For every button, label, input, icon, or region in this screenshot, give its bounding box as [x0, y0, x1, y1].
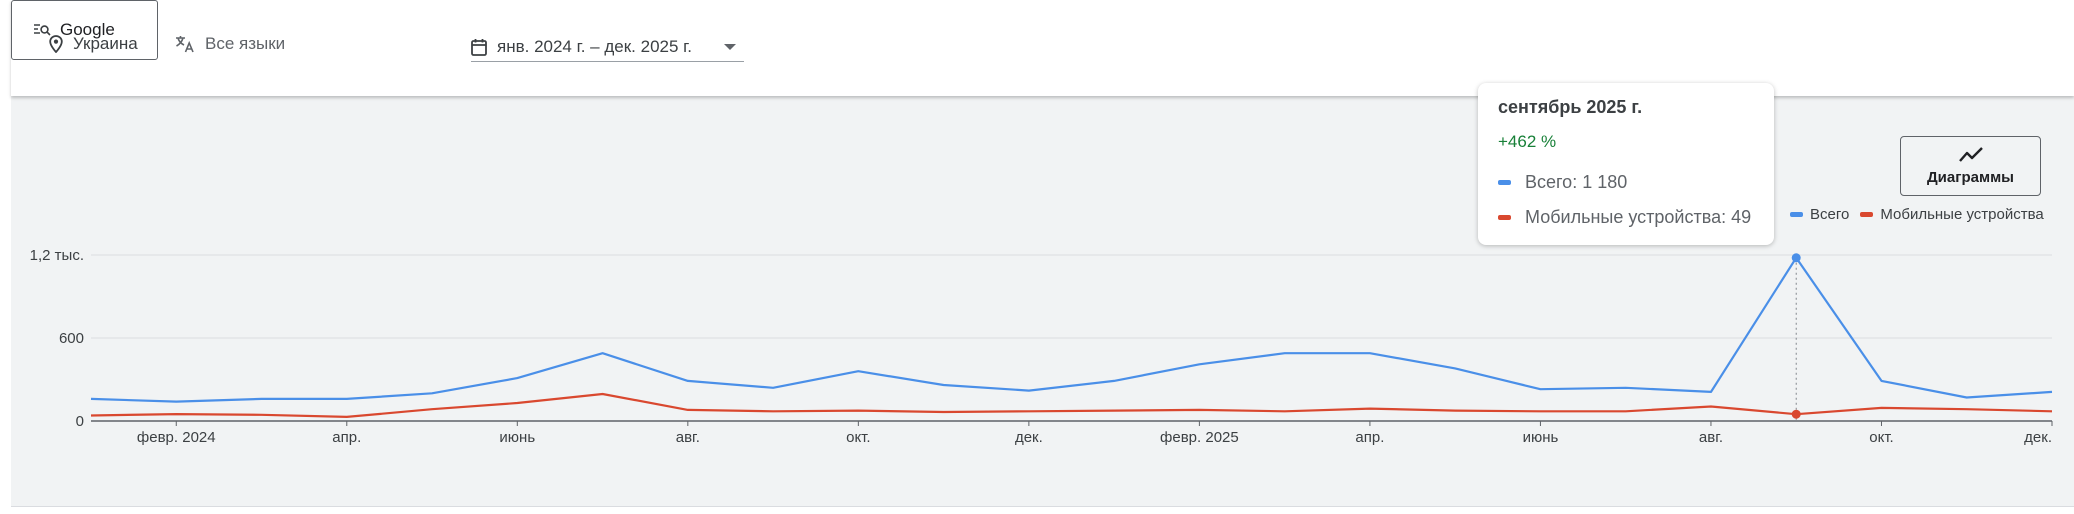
tooltip-swatch-mobile	[1498, 215, 1511, 220]
legend-swatch-total	[1790, 212, 1803, 217]
legend-label-mobile: Мобильные устройства	[1880, 206, 2044, 223]
x-tick-label: авг.	[676, 429, 700, 446]
trending-line-icon	[1958, 147, 1983, 162]
x-tick-label: июнь	[1523, 429, 1559, 446]
x-tick-label: окт.	[1869, 429, 1893, 446]
highlight-point-mobile	[1791, 409, 1801, 419]
tooltip-swatch-total	[1498, 180, 1511, 185]
calendar-icon	[471, 38, 487, 56]
x-tick-label: июнь	[499, 429, 535, 446]
tooltip-row-total: Всего: 1 180	[1498, 172, 1754, 193]
x-tick-label: дек.	[2024, 429, 2052, 446]
legend-item-mobile[interactable]: Мобильные устройства	[1860, 206, 2044, 223]
x-tick-label: апр.	[332, 429, 361, 446]
highlight-point-total	[1791, 253, 1801, 263]
chevron-down-icon	[724, 43, 737, 50]
date-range-selector[interactable]: янв. 2024 г. – дек. 2025 г.	[471, 32, 745, 62]
tooltip-title: сентябрь 2025 г.	[1498, 97, 1643, 117]
date-range-label: янв. 2024 г. – дек. 2025 г.	[497, 36, 693, 56]
language-selector[interactable]: Все языки	[175, 34, 285, 54]
chart-legend: Всего Мобильные устройства	[1790, 206, 2055, 223]
translate-icon	[176, 36, 194, 53]
x-tick-label: дек.	[1015, 429, 1043, 446]
tooltip-total-value: Всего: 1 180	[1525, 172, 1628, 192]
tooltip-row-mobile: Мобильные устройства: 49	[1498, 207, 1754, 228]
legend-item-total[interactable]: Всего	[1790, 206, 1849, 223]
x-tick-label: апр.	[1355, 429, 1384, 446]
data-tooltip: сентябрь 2025 г. +462 % Всего: 1 180 Моб…	[1478, 83, 1774, 245]
legend-swatch-mobile	[1860, 212, 1874, 217]
location-label: Украина	[73, 34, 138, 53]
x-tick-label: февр. 2025	[1160, 429, 1239, 446]
x-tick-label: окт.	[846, 429, 870, 446]
legend-label-total: Всего	[1810, 206, 1850, 223]
y-tick-label: 600	[59, 330, 84, 347]
location-pin-icon	[49, 35, 63, 53]
charts-button-label: Диаграммы	[1926, 169, 2014, 186]
y-tick-label: 1,2 тыс.	[30, 247, 84, 264]
location-selector[interactable]: Украина	[49, 34, 138, 54]
toolbar: Украина Все языки Google янв. 2024 г. – …	[11, 0, 2074, 96]
y-tick-label: 0	[76, 413, 84, 430]
x-tick-label: авг.	[1699, 429, 1723, 446]
tooltip-change: +462 %	[1498, 132, 1557, 151]
series-line-total	[90, 256, 2053, 403]
language-label: Все языки	[205, 34, 286, 53]
x-tick-label: февр. 2024	[137, 429, 216, 446]
tooltip-mobile-value: Мобильные устройства: 49	[1525, 207, 1752, 227]
charts-button[interactable]: Диаграммы	[1900, 136, 2041, 196]
